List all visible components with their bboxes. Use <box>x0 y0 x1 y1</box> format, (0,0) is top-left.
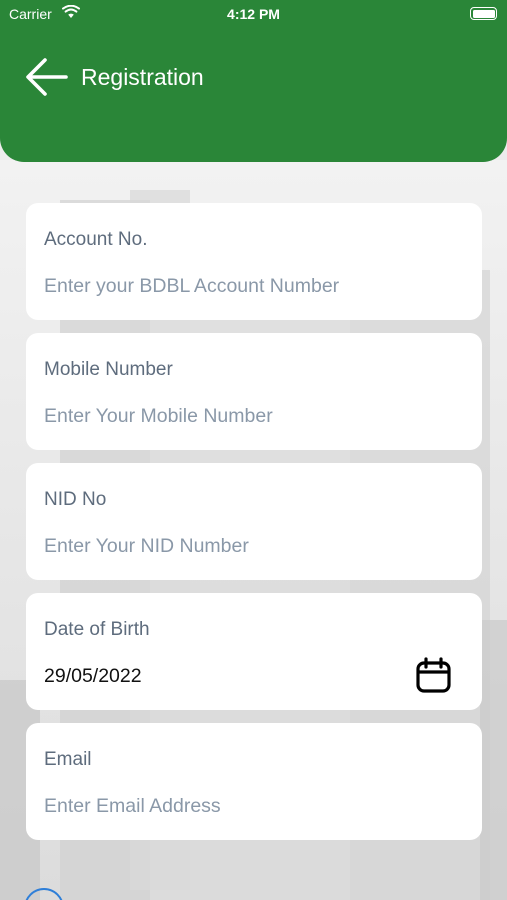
account-number-card: Account No. <box>26 203 482 320</box>
status-time: 4:12 PM <box>227 6 280 22</box>
date-of-birth-input[interactable] <box>44 661 424 691</box>
nid-number-input[interactable] <box>44 531 424 561</box>
email-card: Email <box>26 723 482 840</box>
mobile-number-label: Mobile Number <box>44 359 173 380</box>
arrow-left-icon[interactable] <box>24 56 68 98</box>
email-label: Email <box>44 749 92 770</box>
page-title: Registration <box>81 64 204 90</box>
nid-number-card: NID No <box>26 463 482 580</box>
mobile-number-card: Mobile Number <box>26 333 482 450</box>
date-of-birth-card: Date of Birth <box>26 593 482 710</box>
status-bar: Carrier 4:12 PM <box>0 0 507 28</box>
date-of-birth-label: Date of Birth <box>44 619 150 640</box>
battery-icon <box>470 7 497 20</box>
calendar-icon[interactable] <box>415 657 452 694</box>
nid-number-label: NID No <box>44 489 107 510</box>
account-number-label: Account No. <box>44 229 148 250</box>
account-number-input[interactable] <box>44 271 424 301</box>
email-input[interactable] <box>44 791 424 821</box>
mobile-number-input[interactable] <box>44 401 424 431</box>
